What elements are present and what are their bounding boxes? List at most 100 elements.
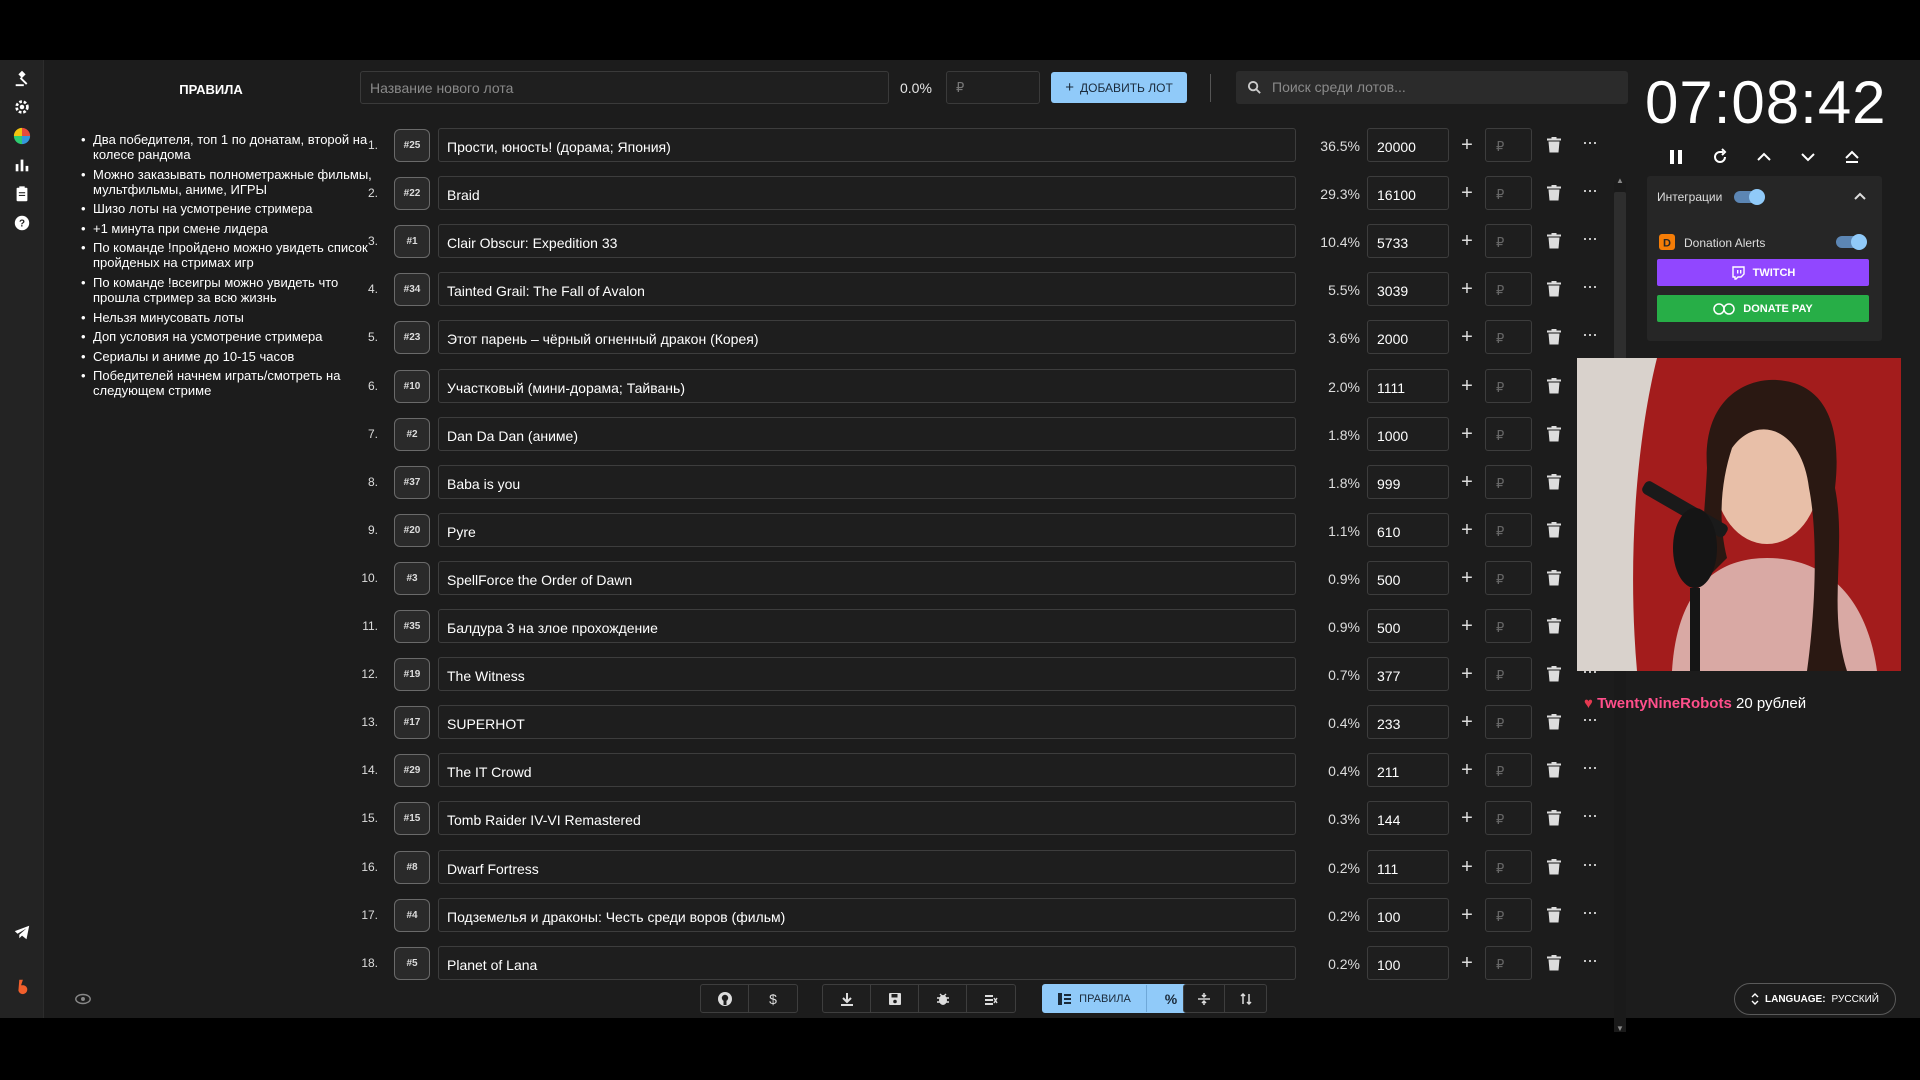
lot-id-badge[interactable]: #1: [394, 225, 430, 259]
lot-name-input[interactable]: SpellForce the Order of Dawn: [438, 560, 1296, 595]
chevron-down-icon[interactable]: [1795, 144, 1821, 170]
trash-icon[interactable]: [1546, 954, 1562, 971]
telegram-icon[interactable]: [10, 920, 34, 944]
more-options-icon[interactable]: ···: [1582, 228, 1602, 249]
lot-add-amount-input[interactable]: ₽: [1485, 224, 1532, 259]
lot-amount-input[interactable]: 500: [1367, 609, 1449, 643]
lot-id-badge[interactable]: #25: [394, 129, 430, 162]
trash-icon[interactable]: [1546, 329, 1562, 345]
lot-amount-input[interactable]: 610: [1367, 512, 1449, 547]
lot-id-badge[interactable]: #17: [394, 706, 430, 740]
lot-add-amount-input[interactable]: ₽: [1485, 609, 1532, 643]
add-amount-button[interactable]: +: [1458, 327, 1476, 347]
more-options-icon[interactable]: ···: [1582, 132, 1602, 153]
lot-add-amount-input[interactable]: ₽: [1485, 657, 1532, 692]
lot-id-badge[interactable]: #22: [394, 177, 430, 211]
lot-add-amount-input[interactable]: ₽: [1485, 512, 1532, 547]
download-icon[interactable]: [823, 985, 871, 1012]
more-options-icon[interactable]: ···: [1582, 757, 1602, 778]
more-options-icon[interactable]: ···: [1582, 805, 1602, 826]
lot-id-badge[interactable]: #23: [394, 321, 430, 355]
lot-amount-input[interactable]: 1111: [1367, 368, 1449, 403]
lot-amount-input[interactable]: 20000: [1367, 128, 1449, 162]
donate-dollar-button[interactable]: $: [749, 985, 797, 1012]
lot-amount-input[interactable]: 233: [1367, 705, 1449, 740]
add-amount-button[interactable]: +: [1458, 857, 1476, 877]
help-icon[interactable]: ?: [10, 211, 34, 235]
trash-icon[interactable]: [1546, 906, 1562, 923]
lot-amount-input[interactable]: 3039: [1367, 272, 1449, 307]
lot-amount-input[interactable]: 16100: [1367, 176, 1449, 211]
trash-icon[interactable]: [1546, 810, 1562, 826]
add-lot-button[interactable]: + ДОБАВИТЬ ЛОТ: [1051, 72, 1187, 103]
trash-icon[interactable]: [1546, 714, 1562, 730]
lot-name-input[interactable]: Tomb Raider IV-VI Remastered: [438, 801, 1296, 836]
lot-name-input[interactable]: Planet of Lana: [438, 945, 1296, 980]
add-amount-button[interactable]: +: [1458, 808, 1476, 828]
more-options-icon[interactable]: ···: [1582, 709, 1602, 730]
clear-list-icon[interactable]: [967, 985, 1015, 1012]
add-amount-button[interactable]: +: [1458, 231, 1476, 251]
more-options-icon[interactable]: ···: [1582, 324, 1602, 345]
scroll-down-icon[interactable]: ▼: [1614, 1024, 1626, 1033]
lot-amount-input[interactable]: 2000: [1367, 320, 1449, 355]
trash-icon[interactable]: [1546, 618, 1562, 634]
lot-add-amount-input[interactable]: ₽: [1485, 176, 1532, 211]
pause-icon[interactable]: [1663, 144, 1689, 170]
lot-id-badge[interactable]: #35: [394, 610, 430, 643]
trash-icon[interactable]: [1546, 762, 1562, 778]
lot-amount-input[interactable]: 100: [1367, 945, 1449, 980]
lot-name-input[interactable]: Этот парень – чёрный огненный дракон (Ко…: [438, 320, 1296, 355]
trash-icon[interactable]: [1546, 233, 1562, 249]
trash-icon[interactable]: [1546, 858, 1562, 875]
add-amount-button[interactable]: +: [1458, 183, 1476, 203]
lot-name-input[interactable]: Braid: [438, 176, 1296, 211]
lot-add-amount-input[interactable]: ₽: [1485, 897, 1532, 932]
add-amount-button[interactable]: +: [1458, 616, 1476, 636]
lot-name-input[interactable]: Dwarf Fortress: [438, 849, 1296, 884]
compact-view-icon[interactable]: [1184, 985, 1225, 1012]
new-lot-input[interactable]: Название нового лота: [360, 71, 889, 104]
lot-amount-input[interactable]: 999: [1367, 464, 1449, 499]
lot-add-amount-input[interactable]: ₽: [1485, 945, 1532, 980]
add-amount-button[interactable]: +: [1458, 135, 1476, 155]
lot-add-amount-input[interactable]: ₽: [1485, 128, 1532, 162]
lot-name-input[interactable]: SUPERHOT: [438, 705, 1296, 740]
lot-id-badge[interactable]: #3: [394, 561, 430, 595]
lot-id-badge[interactable]: #8: [394, 850, 430, 884]
lot-amount-input[interactable]: 5733: [1367, 224, 1449, 259]
lot-name-input[interactable]: The Witness: [438, 657, 1296, 692]
add-amount-button[interactable]: +: [1458, 760, 1476, 780]
eye-icon[interactable]: [74, 992, 92, 1006]
trash-icon[interactable]: [1546, 425, 1562, 442]
lot-name-input[interactable]: Подземелья и драконы: Честь среди воров …: [438, 897, 1296, 932]
add-amount-button[interactable]: +: [1458, 424, 1476, 444]
lot-amount-input[interactable]: 211: [1367, 753, 1449, 788]
save-icon[interactable]: [871, 985, 919, 1012]
lot-name-input[interactable]: Tainted Grail: The Fall of Avalon: [438, 272, 1296, 307]
trash-icon[interactable]: [1546, 137, 1562, 153]
github-icon[interactable]: [701, 985, 749, 1012]
lot-name-input[interactable]: Прости, юность! (дорама; Япония): [438, 128, 1296, 162]
integrations-toggle[interactable]: [1734, 189, 1765, 205]
language-select[interactable]: LANGUAGE: РУССКИЙ: [1734, 983, 1896, 1015]
more-options-icon[interactable]: ···: [1582, 902, 1602, 923]
add-amount-button[interactable]: +: [1458, 376, 1476, 396]
add-amount-button[interactable]: +: [1458, 568, 1476, 588]
lot-amount-input[interactable]: 377: [1367, 657, 1449, 692]
lot-add-amount-input[interactable]: ₽: [1485, 705, 1532, 740]
twitch-button[interactable]: TWITCH: [1657, 259, 1869, 286]
lot-add-amount-input[interactable]: ₽: [1485, 560, 1532, 595]
lot-id-badge[interactable]: #2: [394, 417, 430, 451]
lot-id-badge[interactable]: #19: [394, 658, 430, 692]
bug-icon[interactable]: [919, 985, 967, 1012]
trash-icon[interactable]: [1546, 666, 1562, 682]
lot-id-badge[interactable]: #20: [394, 513, 430, 547]
lot-name-input[interactable]: Clair Obscur: Expedition 33: [438, 224, 1296, 259]
lot-amount-input[interactable]: 1000: [1367, 416, 1449, 451]
gear-icon[interactable]: [10, 95, 34, 119]
lot-name-input[interactable]: Baba is you: [438, 464, 1296, 499]
chevron-up-icon[interactable]: [1854, 192, 1866, 200]
lot-add-amount-input[interactable]: ₽: [1485, 368, 1532, 403]
lot-name-input[interactable]: Балдура 3 на злое прохождение: [438, 609, 1296, 643]
